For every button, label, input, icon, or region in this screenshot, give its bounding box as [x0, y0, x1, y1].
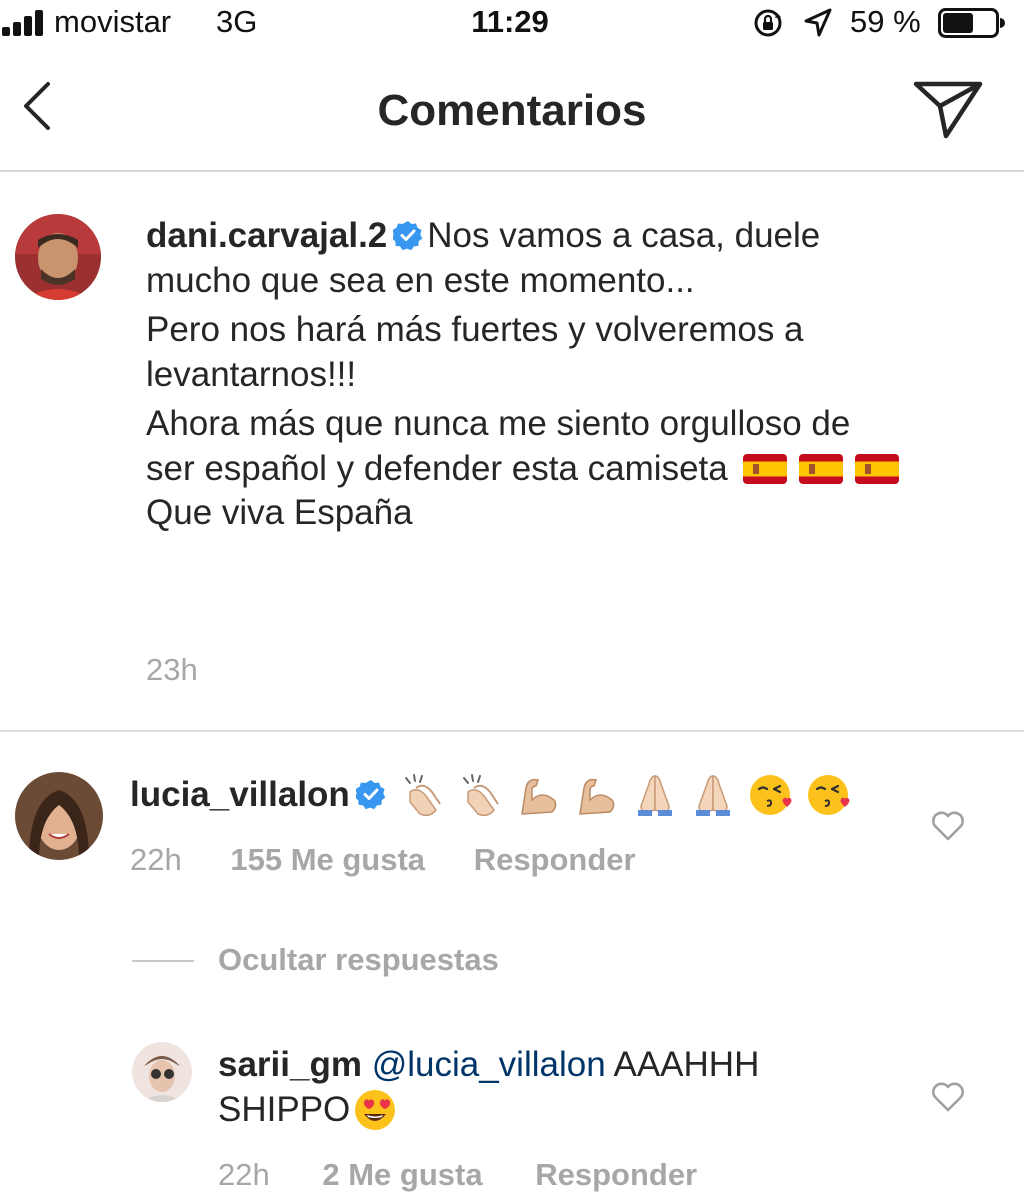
- spain-flag-icon: [799, 453, 844, 484]
- spain-flag-icon: [743, 453, 788, 484]
- status-time-text: 11:29: [471, 4, 549, 39]
- caption-text-line1-prefix: Nos vamos a casa,: [427, 216, 725, 255]
- location-arrow-icon: [804, 8, 832, 37]
- battery-percent: 59 %: [850, 4, 921, 39]
- clapping-hands-icon: [458, 772, 504, 818]
- comment-likes[interactable]: 155 Me gusta: [230, 842, 425, 877]
- paper-plane-icon[interactable]: [912, 78, 984, 140]
- caption-paragraph-2: Pero nos hará más fuertes y volveremos a…: [146, 310, 804, 394]
- clapping-hands-icon: [400, 772, 446, 818]
- avatar[interactable]: [132, 1042, 192, 1102]
- comment-time: 22h: [130, 842, 182, 877]
- folded-hands-icon: [690, 772, 736, 818]
- caption-username[interactable]: dani.carvajal.2: [146, 216, 387, 255]
- comment-meta: 22h 155 Me gusta Responder: [130, 842, 636, 878]
- rotation-lock-icon: [754, 9, 782, 37]
- page-title: Comentarios: [377, 86, 647, 135]
- reply-text: SHIPPO: [218, 1087, 410, 1133]
- divider: [0, 730, 1024, 732]
- caption-time: 23h: [146, 652, 198, 687]
- avatar[interactable]: [15, 772, 103, 860]
- reply-username[interactable]: sarii_gm: [218, 1045, 362, 1084]
- caption-paragraph-3-suffix: Que viva España: [146, 493, 413, 532]
- flexed-biceps-icon: [516, 772, 562, 818]
- reply-button[interactable]: Responder: [474, 842, 636, 877]
- reply-likes[interactable]: 2 Me gusta: [322, 1157, 482, 1192]
- face-blowing-kiss-icon: [748, 772, 794, 818]
- heart-icon[interactable]: [930, 1079, 966, 1113]
- avatar[interactable]: [15, 214, 101, 300]
- divider: [132, 960, 194, 962]
- folded-hands-icon: [632, 772, 678, 818]
- verified-badge-icon: [355, 780, 386, 809]
- post-caption: dani.carvajal.2 Nos vamos a casa, duele m…: [146, 214, 906, 536]
- reply-text-line2: SHIPPO: [218, 1090, 351, 1129]
- mention-link[interactable]: @lucia_villalon: [372, 1045, 606, 1084]
- reply-time: 22h: [218, 1157, 270, 1192]
- verified-badge-icon: [393, 221, 423, 250]
- comment-text: lucia_villalon: [130, 772, 864, 818]
- spain-flag-icon: [855, 453, 900, 484]
- reply-text: sarii_gm @lucia_villalon AAAHHH: [218, 1043, 759, 1087]
- heart-eyes-icon: [352, 1087, 398, 1133]
- header: Comentarios: [0, 46, 1024, 172]
- face-blowing-kiss-icon: [806, 772, 852, 818]
- status-bar: movistar 3G 11:29 59 %: [0, 0, 1024, 46]
- flexed-biceps-icon: [574, 772, 620, 818]
- reply-meta: 22h 2 Me gusta Responder: [218, 1157, 697, 1193]
- reply-text-line1: AAAHHH: [613, 1045, 760, 1084]
- battery-icon: [938, 8, 1005, 38]
- reply-button[interactable]: Responder: [535, 1157, 697, 1192]
- comment-username[interactable]: lucia_villalon: [130, 775, 350, 814]
- hide-replies-button[interactable]: Ocultar respuestas: [218, 942, 499, 978]
- heart-icon[interactable]: [930, 808, 966, 842]
